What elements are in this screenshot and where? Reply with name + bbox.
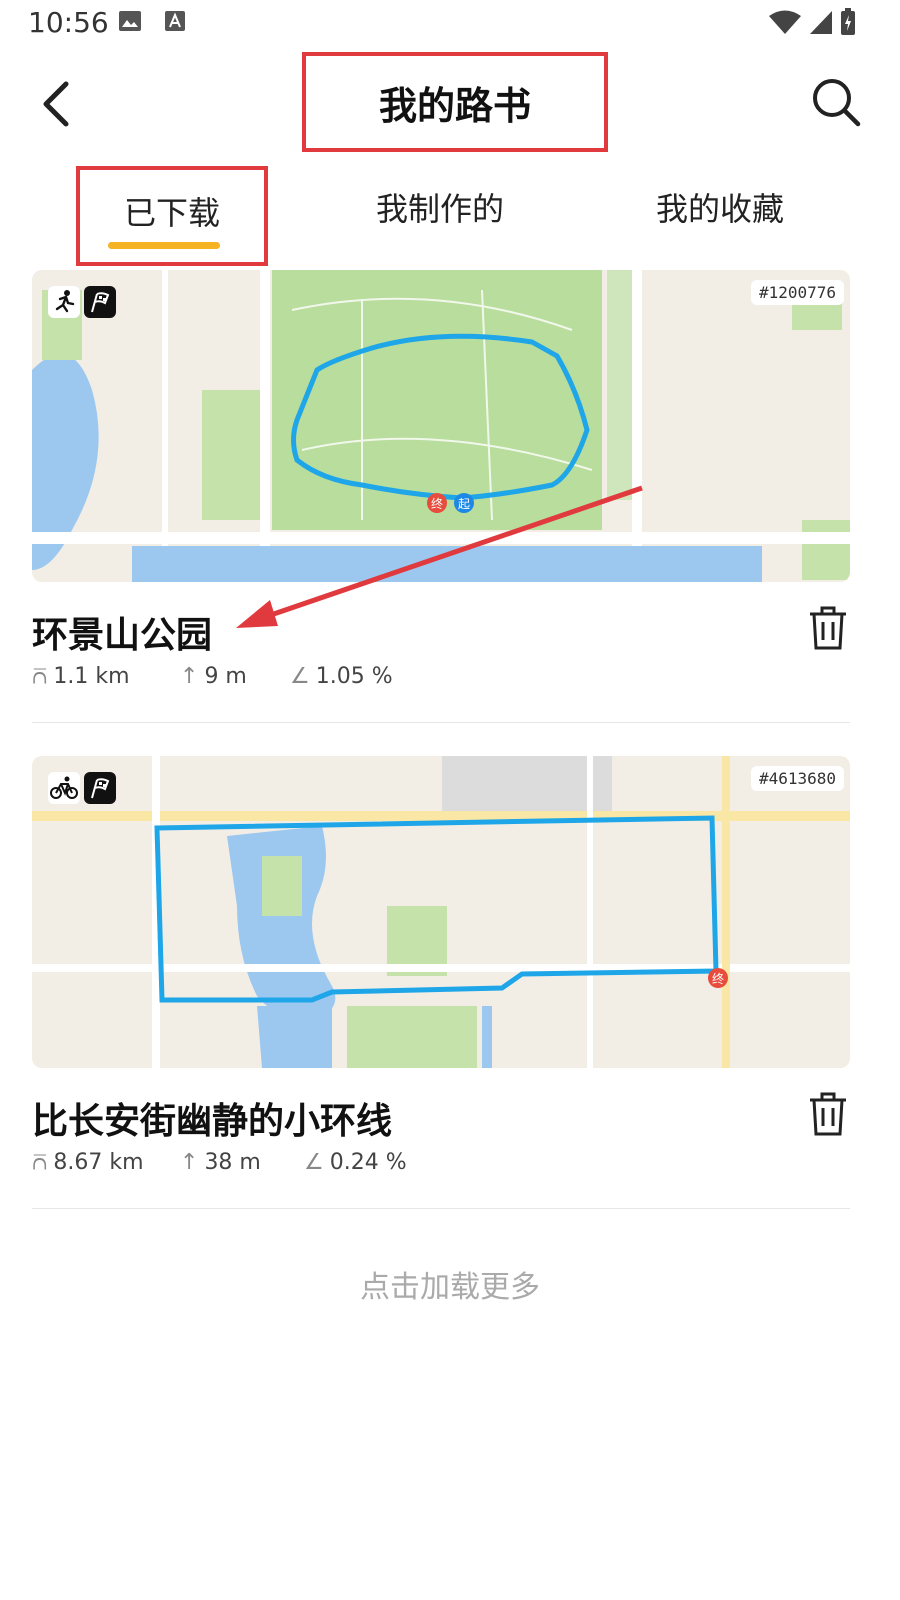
active-tab-indicator — [108, 242, 220, 249]
running-icon — [48, 286, 80, 318]
status-time: 10:56 — [28, 6, 109, 39]
route-flag-icon — [84, 772, 116, 804]
tab-my-made-label: 我制作的 — [375, 190, 504, 228]
page-title-container: 我的路书 — [302, 52, 608, 152]
distance-icon: ⩃ — [32, 664, 48, 689]
tab-downloaded[interactable]: 已下载 — [76, 166, 268, 266]
delete-button[interactable] — [806, 604, 850, 652]
image-notification-icon — [118, 10, 142, 36]
route-grade: 1.05 % — [315, 664, 393, 689]
chevron-left-icon — [43, 81, 69, 127]
signal-icon — [808, 9, 834, 39]
divider — [32, 1208, 850, 1209]
map-graphic: 终 起 — [32, 270, 850, 582]
battery-icon — [840, 8, 856, 40]
route-card[interactable]: 终 #4613680 比长安街幽静的小环线 ⩃ 8.67 km ↑ 38 m ∠… — [32, 756, 850, 1175]
route-ascent: 9 m — [204, 664, 247, 689]
ascent-icon: ↑ — [180, 664, 199, 689]
route-grade: 0.24 % — [329, 1150, 407, 1175]
route-title[interactable]: 环景山公园 — [32, 606, 212, 658]
trash-icon — [810, 1092, 846, 1136]
app-notification-icon — [164, 10, 186, 36]
tab-my-favorites-label: 我的收藏 — [655, 190, 784, 228]
ascent-icon: ↑ — [180, 1150, 199, 1175]
cycling-icon — [48, 772, 80, 804]
wifi-icon — [768, 9, 802, 39]
status-bar: 10:56 — [0, 0, 900, 48]
load-more-button[interactable]: 点击加载更多 — [0, 1262, 900, 1306]
route-map-thumbnail[interactable]: 终 起 #1200776 — [32, 270, 850, 582]
grade-icon: ∠ — [304, 1150, 324, 1175]
grade-icon: ∠ — [290, 664, 310, 689]
trash-icon — [810, 606, 846, 650]
route-card[interactable]: 终 起 #1200776 环景山公园 ⩃ 1.1 km ↑ 9 m ∠ 1.05… — [32, 270, 850, 689]
distance-icon: ⩃ — [32, 1150, 48, 1175]
back-button[interactable] — [30, 72, 90, 132]
map-graphic: 终 — [32, 756, 850, 1068]
tab-my-favorites[interactable]: 我的收藏 — [620, 166, 820, 266]
delete-button[interactable] — [806, 1090, 850, 1138]
search-button[interactable] — [808, 74, 864, 130]
route-stats: ⩃ 8.67 km ↑ 38 m ∠ 0.24 % — [32, 1150, 407, 1175]
svg-text:终: 终 — [712, 971, 724, 986]
route-map-thumbnail[interactable]: 终 #4613680 — [32, 756, 850, 1068]
route-id-badge: #4613680 — [750, 766, 844, 791]
tab-my-made[interactable]: 我制作的 — [340, 166, 540, 266]
route-distance: 1.1 km — [53, 664, 130, 689]
header: 我的路书 — [0, 52, 900, 162]
divider — [32, 722, 850, 723]
search-icon — [813, 79, 861, 127]
route-distance: 8.67 km — [53, 1150, 144, 1175]
route-ascent: 38 m — [204, 1150, 261, 1175]
svg-text:终: 终 — [431, 496, 443, 511]
svg-text:起: 起 — [458, 497, 470, 511]
route-stats: ⩃ 1.1 km ↑ 9 m ∠ 1.05 % — [32, 664, 393, 689]
route-id-badge: #1200776 — [750, 280, 844, 305]
tab-bar: 已下载 我制作的 我的收藏 — [0, 166, 900, 266]
route-title[interactable]: 比长安街幽静的小环线 — [32, 1092, 392, 1144]
route-flag-icon — [84, 286, 116, 318]
page-title: 我的路书 — [378, 83, 531, 128]
tab-downloaded-label: 已下载 — [123, 194, 220, 232]
